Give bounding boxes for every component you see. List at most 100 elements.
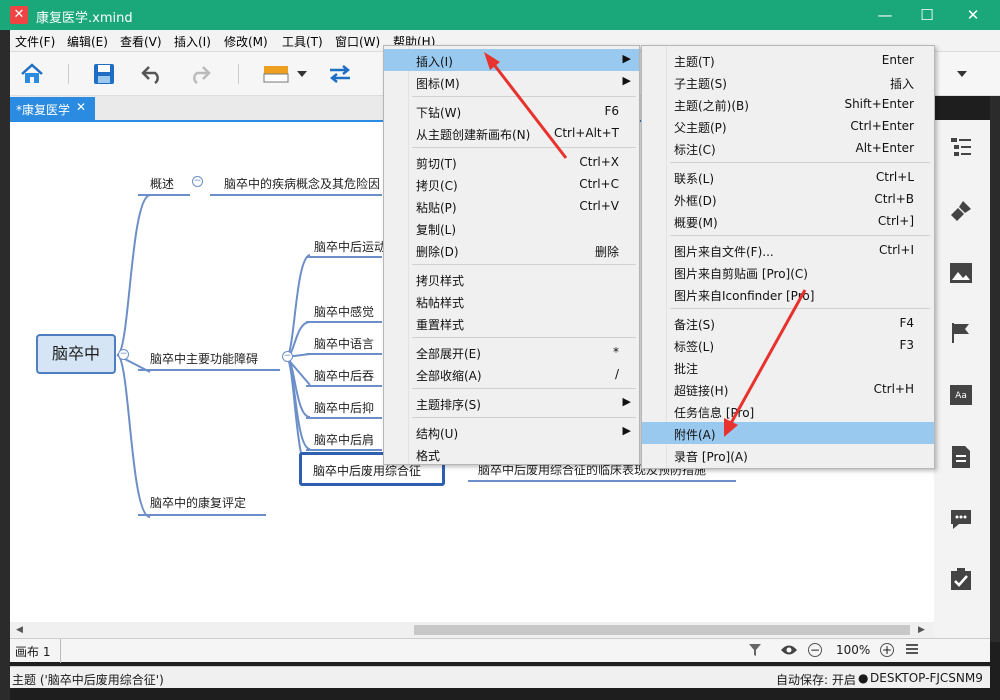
root-topic[interactable]: 脑卒中	[36, 334, 116, 374]
menu-item-label: 录音 [Pro](A)	[674, 450, 748, 464]
branch-main-disorders[interactable]: 脑卒中主要功能障碍	[150, 350, 258, 367]
context-menu-item-structure[interactable]: 结构(U) ▶	[384, 421, 639, 443]
context-menu-item-duplicate[interactable]: 复制(L)	[384, 217, 639, 239]
submenu-item-task-info[interactable]: 任务信息 [Pro]	[642, 400, 934, 422]
notes-icon[interactable]	[946, 442, 976, 472]
branch-underline	[306, 321, 382, 323]
filter-icon[interactable]	[748, 643, 762, 660]
context-menu-item-paste[interactable]: 粘贴(P) Ctrl+V	[384, 195, 639, 217]
visibility-eye-icon[interactable]	[780, 643, 798, 660]
marker-flag-icon[interactable]	[946, 318, 976, 348]
menu-item-label: 批注	[674, 362, 699, 376]
context-menu-item-expand-all[interactable]: 全部展开(E) *	[384, 341, 639, 363]
context-menu-item-paste-style[interactable]: 粘帖样式	[384, 290, 639, 312]
maximize-button[interactable]: ☐	[904, 0, 950, 30]
submenu-item-hyperlink[interactable]: 超链接(H) Ctrl+H	[642, 378, 934, 400]
overview-detail-topic[interactable]: 脑卒中的疾病概念及其危险因	[224, 175, 380, 192]
submenu-item-image-from-file[interactable]: 图片来自文件(F)... Ctrl+I	[642, 239, 934, 261]
context-menu-item-sort-topics[interactable]: 主题排序(S) ▶	[384, 392, 639, 414]
submenu-item-callout[interactable]: 标注(C) Alt+Enter	[642, 137, 934, 159]
submenu-item-boundary[interactable]: 外框(D) Ctrl+B	[642, 188, 934, 210]
context-menu-item-delete[interactable]: 删除(D) 删除	[384, 239, 639, 261]
sheet-bar: 画布 1 − 100% +	[10, 638, 990, 663]
task-icon[interactable]	[946, 564, 976, 594]
submenu-item-relationship[interactable]: 联系(L) Ctrl+L	[642, 166, 934, 188]
zoom-in-icon[interactable]: +	[880, 643, 894, 657]
context-menu-item-format[interactable]: 格式	[384, 443, 639, 465]
sheet-tab[interactable]: 画布 1	[15, 643, 50, 660]
sub-topic[interactable]: 脑卒中感觉	[314, 303, 374, 320]
menu-tools[interactable]: 工具(T)	[282, 33, 323, 50]
scroll-right-icon[interactable]: ▶	[918, 625, 925, 635]
zoom-menu-icon[interactable]	[906, 643, 918, 658]
context-menu-item-cut[interactable]: 剪切(T) Ctrl+X	[384, 151, 639, 173]
menu-item-label: 全部展开(E)	[416, 347, 481, 361]
redo-icon[interactable]	[186, 60, 214, 88]
submenu-item-notes[interactable]: 备注(S) F4	[642, 312, 934, 334]
undo-icon[interactable]	[138, 60, 166, 88]
submenu-item-topic[interactable]: 主题(T) Enter	[642, 49, 934, 71]
submenu-item-topic-before[interactable]: 主题(之前)(B) Shift+Enter	[642, 93, 934, 115]
context-menu-item-copy[interactable]: 拷贝(C) Ctrl+C	[384, 173, 639, 195]
sub-topic[interactable]: 脑卒中语言	[314, 335, 374, 352]
zoom-level[interactable]: 100%	[836, 643, 870, 657]
menu-insert[interactable]: 插入(I)	[174, 33, 211, 50]
context-menu-item-reset-style[interactable]: 重置样式	[384, 312, 639, 334]
menu-window[interactable]: 窗口(W)	[335, 33, 380, 50]
submenu-item-summary[interactable]: 概要(M) Ctrl+]	[642, 210, 934, 232]
outline-icon[interactable]	[946, 132, 976, 162]
topic-dropdown-icon[interactable]	[294, 60, 310, 88]
horizontal-scrollbar[interactable]: ◀ ▶	[10, 622, 934, 638]
home-icon[interactable]	[18, 60, 46, 88]
menu-file[interactable]: 文件(F)	[15, 33, 55, 50]
window-title: 康复医学.xmind	[36, 11, 133, 26]
scrollbar-thumb[interactable]	[414, 625, 910, 635]
save-icon[interactable]	[90, 60, 118, 88]
submenu-item-attachment[interactable]: 附件(A)	[642, 422, 934, 444]
relationship-icon[interactable]	[326, 60, 354, 88]
minimize-button[interactable]: —	[862, 0, 908, 30]
context-menu-item-icon[interactable]: 图标(M) ▶	[384, 71, 639, 93]
topic-icon[interactable]	[262, 60, 290, 88]
sub-topic[interactable]: 脑卒中后肩	[314, 431, 374, 448]
collapse-icon[interactable]: −	[118, 349, 129, 360]
menu-item-label: 结构(U)	[416, 427, 459, 441]
format-brush-icon[interactable]	[946, 196, 976, 226]
submenu-item-parent-topic[interactable]: 父主题(P) Ctrl+Enter	[642, 115, 934, 137]
context-menu-item-collapse-all[interactable]: 全部收缩(A) /	[384, 363, 639, 385]
context-menu-item-new-sheet-from-topic[interactable]: 从主题创建新画布(N) Ctrl+Alt+T	[384, 122, 639, 144]
scroll-left-icon[interactable]: ◀	[16, 625, 23, 635]
context-menu-item-copy-style[interactable]: 拷贝样式	[384, 268, 639, 290]
menu-edit[interactable]: 编辑(E)	[67, 33, 108, 50]
zoom-out-icon[interactable]: −	[808, 643, 822, 657]
menu-view[interactable]: 查看(V)	[120, 33, 162, 50]
sub-topic[interactable]: 脑卒中后抑	[314, 399, 374, 416]
comments-icon[interactable]	[946, 504, 976, 534]
branch-underline	[138, 369, 280, 371]
menu-item-shortcut: *	[613, 345, 619, 359]
toolbar-more-dropdown-icon[interactable]	[954, 60, 970, 88]
submenu-item-image-from-iconfinder[interactable]: 图片来自Iconfinder [Pro]	[642, 283, 934, 305]
submenu-item-comment[interactable]: 批注	[642, 356, 934, 378]
submenu-item-image-from-clipart[interactable]: 图片来自剪贴画 [Pro](C)	[642, 261, 934, 283]
context-menu-item-insert[interactable]: 插入(I) ▶	[384, 49, 639, 71]
submenu-item-audio-note[interactable]: 录音 [Pro](A)	[642, 444, 934, 466]
sub-topic[interactable]: 脑卒中后运动	[314, 238, 386, 255]
context-menu-item-drill-down[interactable]: 下钻(W) F6	[384, 100, 639, 122]
document-tab[interactable]: *康复医学 ✕	[10, 97, 95, 120]
menu-modify[interactable]: 修改(M)	[224, 33, 268, 50]
toolbar-separator	[238, 64, 239, 84]
branch-evaluation[interactable]: 脑卒中的康复评定	[150, 494, 246, 511]
close-tab-icon[interactable]: ✕	[76, 100, 86, 114]
sub-topic[interactable]: 脑卒中后吞	[314, 367, 374, 384]
image-icon[interactable]	[946, 258, 976, 288]
submenu-item-subtopic[interactable]: 子主题(S) 插入	[642, 71, 934, 93]
submenu-item-labels[interactable]: 标签(L) F3	[642, 334, 934, 356]
text-style-icon[interactable]: Aa	[946, 380, 976, 410]
menu-item-label: 粘贴(P)	[416, 201, 457, 215]
close-window-button[interactable]: ✕	[950, 0, 996, 30]
status-autosave[interactable]: 自动保存: 开启	[776, 671, 856, 688]
branch-overview[interactable]: 概述	[150, 175, 174, 192]
collapse-icon[interactable]: −	[192, 176, 203, 187]
collapse-icon[interactable]: −	[282, 351, 293, 362]
